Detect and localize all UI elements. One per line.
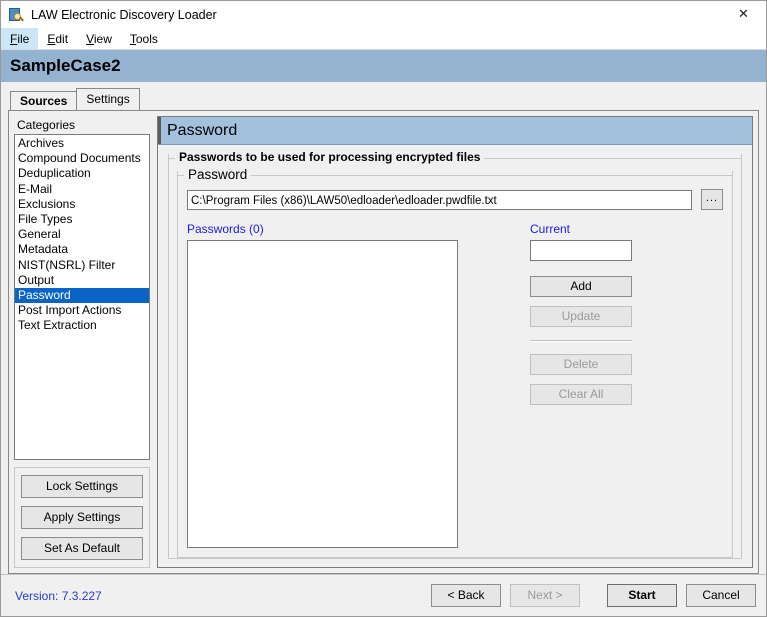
lock-settings-button[interactable]: Lock Settings bbox=[21, 475, 143, 498]
category-item[interactable]: File Types bbox=[15, 212, 149, 227]
categories-pane: Categories Archives Compound Documents D… bbox=[14, 116, 150, 568]
category-item[interactable]: Archives bbox=[15, 136, 149, 151]
categories-list[interactable]: Archives Compound Documents Deduplicatio… bbox=[14, 134, 150, 460]
password-actions-column: Current Add Update Delete Clear All bbox=[530, 222, 632, 548]
tab-strip: Sources Settings bbox=[10, 88, 759, 110]
passwords-area: Passwords (0) Current Add Update Delete … bbox=[178, 219, 732, 557]
menu-bar: File Edit View Tools bbox=[1, 28, 766, 50]
passwords-label: Passwords (0) bbox=[187, 222, 264, 236]
case-title: SampleCase2 bbox=[1, 50, 766, 82]
tab-content-settings: Categories Archives Compound Documents D… bbox=[8, 110, 759, 574]
category-item[interactable]: Metadata bbox=[15, 242, 149, 257]
wizard-buttons: < Back Next > Start Cancel bbox=[422, 584, 756, 607]
menu-item-tools[interactable]: Tools bbox=[121, 28, 167, 49]
back-button[interactable]: < Back bbox=[431, 584, 501, 607]
password-inner-group: Password C:\Program Files (x86)\LAW50\ed… bbox=[177, 167, 733, 558]
settings-actions-group: Lock Settings Apply Settings Set As Defa… bbox=[14, 467, 150, 568]
password-file-input[interactable]: C:\Program Files (x86)\LAW50\edloader\ed… bbox=[187, 189, 692, 210]
category-item[interactable]: Text Extraction bbox=[15, 318, 149, 333]
browse-button[interactable]: ... bbox=[701, 189, 723, 210]
category-item[interactable]: Post Import Actions bbox=[15, 303, 149, 318]
application-window: LAW Electronic Discovery Loader ✕ File E… bbox=[0, 0, 767, 617]
category-item[interactable]: Deduplication bbox=[15, 166, 149, 181]
categories-label: Categories bbox=[17, 118, 76, 132]
actions-divider bbox=[530, 340, 632, 342]
category-item[interactable]: Exclusions bbox=[15, 197, 149, 212]
start-button[interactable]: Start bbox=[607, 584, 677, 607]
passwords-outer-group: Passwords to be used for processing encr… bbox=[168, 150, 742, 559]
update-button: Update bbox=[530, 306, 632, 327]
delete-button: Delete bbox=[530, 354, 632, 375]
category-item[interactable]: General bbox=[15, 227, 149, 242]
tab-sources[interactable]: Sources bbox=[10, 91, 78, 110]
inner-group-title: Password bbox=[188, 166, 248, 182]
current-label: Current bbox=[530, 222, 571, 236]
current-password-input[interactable] bbox=[530, 240, 632, 261]
window-title: LAW Electronic Discovery Loader bbox=[31, 7, 217, 22]
app-magnifier-icon bbox=[8, 7, 24, 23]
cancel-button[interactable]: Cancel bbox=[686, 584, 756, 607]
close-icon[interactable]: ✕ bbox=[721, 1, 766, 28]
set-as-default-button[interactable]: Set As Default bbox=[21, 537, 143, 560]
panel-title: Password bbox=[167, 121, 238, 139]
menu-item-view[interactable]: View bbox=[77, 28, 121, 49]
apply-settings-button[interactable]: Apply Settings bbox=[21, 506, 143, 529]
category-item[interactable]: Compound Documents bbox=[15, 151, 149, 166]
menu-item-edit[interactable]: Edit bbox=[38, 28, 77, 49]
outer-group-title: Passwords to be used for processing encr… bbox=[179, 150, 481, 164]
tab-settings[interactable]: Settings bbox=[76, 88, 140, 110]
passwords-list[interactable] bbox=[187, 240, 458, 548]
menu-item-file[interactable]: File bbox=[1, 28, 39, 49]
passwords-list-column: Passwords (0) bbox=[187, 222, 458, 548]
category-item[interactable]: NIST(NSRL) Filter bbox=[15, 258, 149, 273]
category-item[interactable]: Output bbox=[15, 273, 149, 288]
body-area: Sources Settings Categories Archives Com… bbox=[1, 82, 766, 574]
clear-all-button: Clear All bbox=[530, 384, 632, 405]
next-button: Next > bbox=[510, 584, 580, 607]
title-bar: LAW Electronic Discovery Loader ✕ bbox=[1, 1, 766, 28]
panel-header: Password bbox=[158, 117, 752, 145]
panel-body: Passwords to be used for processing encr… bbox=[158, 145, 752, 567]
category-item[interactable]: E-Mail bbox=[15, 182, 149, 197]
password-panel: Password Passwords to be used for proces… bbox=[157, 116, 753, 568]
password-file-row: C:\Program Files (x86)\LAW50\edloader\ed… bbox=[178, 182, 732, 219]
version-label: Version: 7.3.227 bbox=[15, 588, 102, 603]
add-button[interactable]: Add bbox=[530, 276, 632, 297]
footer-bar: Version: 7.3.227 < Back Next > Start Can… bbox=[1, 574, 766, 616]
category-item-password[interactable]: Password bbox=[15, 287, 149, 304]
